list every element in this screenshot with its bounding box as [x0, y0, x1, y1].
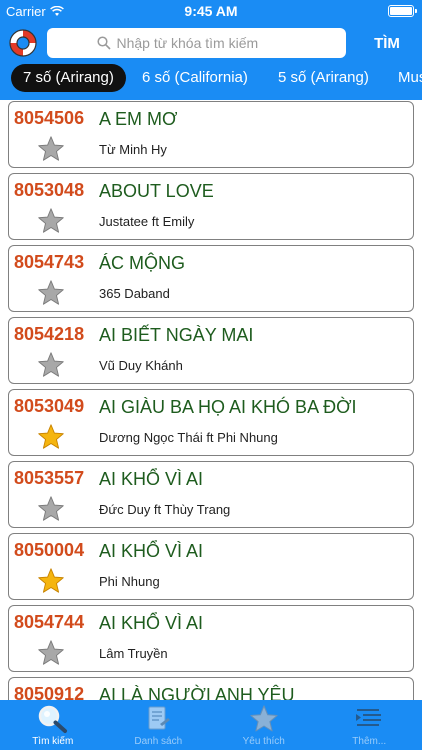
song-title: AI BIẾT NGÀY MAI [99, 325, 254, 345]
song-row[interactable]: 8053557 AI KHỔ VÌ AI Đức Duy ft Thùy Tra… [8, 461, 414, 528]
song-code: 8054744 [14, 612, 85, 632]
song-row[interactable]: 8054743 ÁC MỘNG 365 Daband [8, 245, 414, 312]
star-icon [250, 705, 278, 732]
song-artist: 365 Daband [99, 286, 170, 301]
song-row[interactable]: 8054744 AI KHỔ VÌ AI Lâm Truyền [8, 605, 414, 672]
favorite-star-icon[interactable] [37, 639, 65, 667]
tabbar-label: Yêu thích [242, 736, 285, 747]
bottom-tab-bar: Tìm kiếm Danh sách Yêu thích Thêm... [0, 700, 422, 750]
tabbar-label: Thêm... [352, 736, 387, 747]
song-title: AI KHỔ VÌ AI [99, 541, 204, 561]
song-code: 8050004 [14, 540, 85, 560]
song-row[interactable]: 8053048 ABOUT LOVE Justatee ft Emily [8, 173, 414, 240]
tab-7-so-arirang[interactable]: 7 số (Arirang) [11, 64, 126, 92]
status-time: 9:45 AM [184, 3, 238, 19]
song-list[interactable]: 8054506 A EM MƠ Từ Minh Hy 8053048 ABOUT… [0, 100, 422, 700]
song-title: ÁC MỘNG [99, 253, 186, 273]
tabbar-label: Tìm kiếm [32, 736, 74, 747]
favorite-star-icon[interactable] [37, 567, 65, 595]
header: Carrier 9:45 AM TÌM 7 số (Arirang) 6 số … [0, 0, 422, 100]
magnifier-icon [38, 705, 67, 733]
song-code: 8053557 [14, 468, 85, 488]
song-title: A EM MƠ [99, 109, 178, 129]
tabbar-item-more[interactable]: Thêm... [317, 700, 422, 750]
song-code: 8050912 [14, 684, 85, 700]
lifebuoy-icon[interactable] [8, 28, 38, 58]
song-artist: Phi Nhung [99, 574, 160, 589]
favorite-star-icon[interactable] [37, 495, 65, 523]
song-artist: Lâm Truyền [99, 646, 168, 661]
battery-icon [388, 5, 417, 17]
song-title: ABOUT LOVE [99, 181, 214, 201]
search-box[interactable] [47, 28, 346, 58]
song-artist: Vũ Duy Khánh [99, 358, 183, 373]
favorite-star-icon[interactable] [37, 135, 65, 163]
search-icon [96, 36, 111, 50]
song-code: 8053049 [14, 396, 85, 416]
more-icon [356, 709, 382, 726]
song-code: 8054743 [14, 252, 85, 272]
song-title: AI GIÀU BA HỌ AI KHÓ BA ĐỜI [99, 397, 357, 417]
song-title: AI KHỔ VÌ AI [99, 469, 204, 489]
song-title: AI LÀ NGƯỜI ANH YÊU [99, 685, 295, 700]
song-artist: Justatee ft Emily [99, 214, 195, 229]
song-artist: Từ Minh Hy [99, 142, 167, 157]
favorite-star-icon[interactable] [37, 351, 65, 379]
tabbar-item-list[interactable]: Danh sách [106, 700, 212, 750]
tab-music[interactable]: Mus [386, 64, 422, 92]
song-row[interactable]: 8054218 AI BIẾT NGÀY MAI Vũ Duy Khánh [8, 317, 414, 384]
song-code: 8054506 [14, 108, 85, 128]
song-row[interactable]: 8050912 AI LÀ NGƯỜI ANH YÊU [8, 677, 414, 700]
song-row[interactable]: 8054506 A EM MƠ Từ Minh Hy [8, 101, 414, 168]
tabbar-item-favorites[interactable]: Yêu thích [211, 700, 317, 750]
song-row[interactable]: 8050004 AI KHỔ VÌ AI Phi Nhung [8, 533, 414, 600]
document-icon [148, 706, 171, 730]
tabbar-label: Danh sách [134, 736, 183, 747]
song-artist: Đức Duy ft Thùy Trang [99, 502, 231, 517]
search-button[interactable]: TÌM [364, 33, 410, 55]
song-title: AI KHỔ VÌ AI [99, 613, 204, 633]
tab-6-so-california[interactable]: 6 số (California) [130, 64, 260, 92]
favorite-star-icon[interactable] [37, 207, 65, 235]
status-bar: Carrier 9:45 AM [0, 0, 422, 22]
search-input[interactable] [116, 35, 297, 51]
tabbar-item-search[interactable]: Tìm kiếm [0, 700, 106, 750]
favorite-star-icon[interactable] [37, 423, 65, 451]
song-row[interactable]: 8053049 AI GIÀU BA HỌ AI KHÓ BA ĐỜI Dươn… [8, 389, 414, 456]
tab-5-so-arirang[interactable]: 5 số (Arirang) [266, 64, 381, 92]
song-code: 8054218 [14, 324, 85, 344]
category-tabs: 7 số (Arirang) 6 số (California) 5 số (A… [0, 64, 422, 94]
song-artist: Dương Ngọc Thái ft Phi Nhung [99, 430, 278, 445]
song-code: 8053048 [14, 180, 85, 200]
favorite-star-icon[interactable] [37, 279, 65, 307]
